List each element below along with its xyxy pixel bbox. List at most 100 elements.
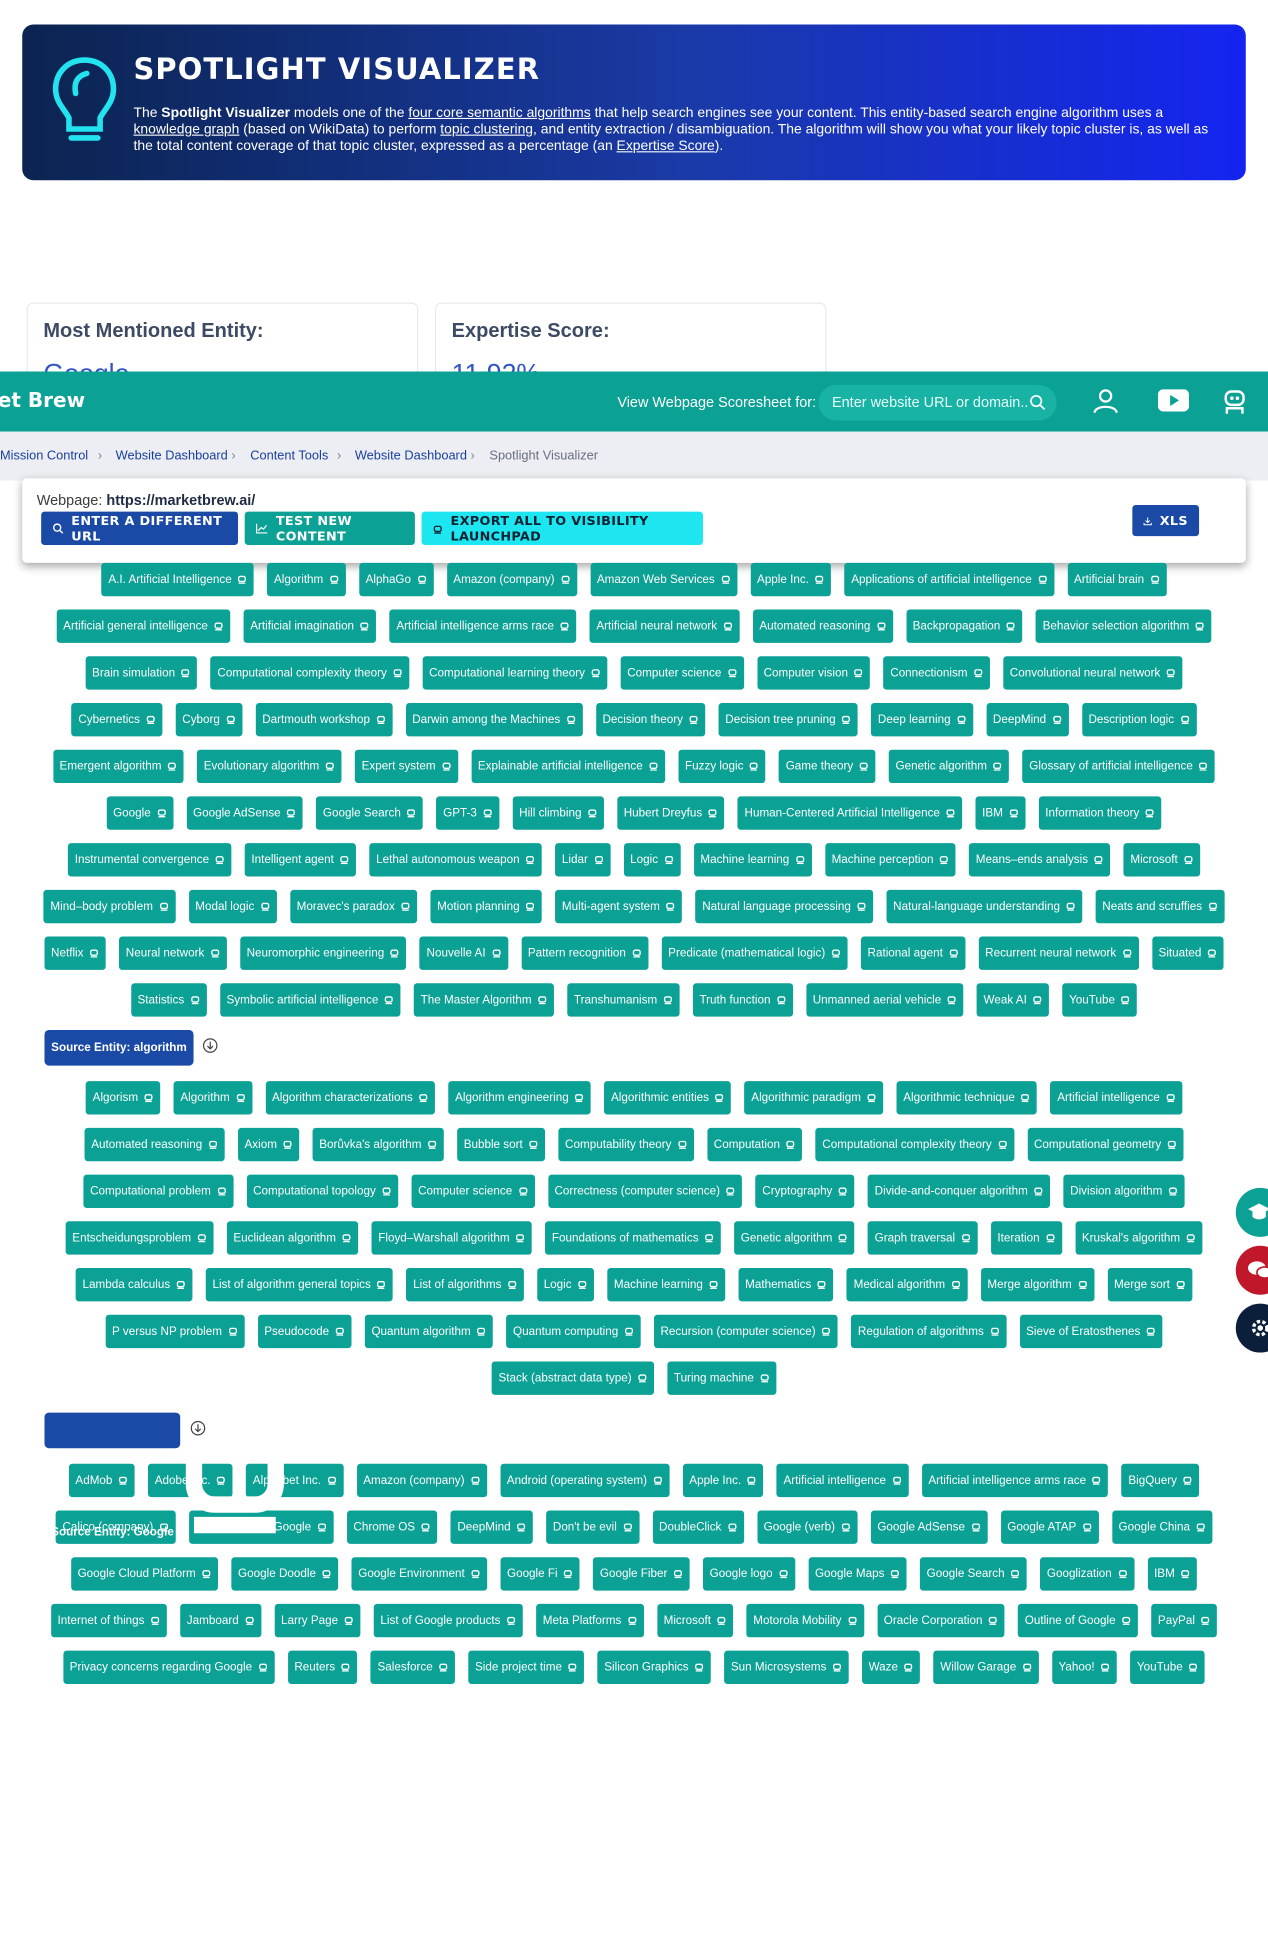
entity-chip[interactable]: Expert system <box>354 749 458 784</box>
expand-circle-icon[interactable] <box>190 1420 206 1436</box>
entity-chip[interactable]: Truth function <box>692 983 793 1017</box>
entity-chip[interactable]: AdMob <box>68 1463 135 1498</box>
entity-chip[interactable]: Machine learning <box>607 1268 726 1302</box>
entity-chip[interactable]: Deep learning <box>871 702 973 737</box>
entity-chip[interactable]: Google logo <box>703 1557 795 1591</box>
entity-chip[interactable]: Borůvka's algorithm <box>312 1127 444 1162</box>
entity-chip[interactable]: Google China <box>1111 1510 1213 1544</box>
robot-icon[interactable] <box>1221 387 1248 416</box>
entity-chip[interactable]: Information theory <box>1038 796 1162 830</box>
entity-chip[interactable]: Google Search <box>316 796 424 830</box>
entity-chip[interactable]: Glossary of artificial intelligence <box>1022 749 1216 784</box>
entity-chip[interactable]: Axiom <box>237 1127 300 1162</box>
entity-chip[interactable]: Microsoft <box>656 1603 734 1638</box>
entity-chip[interactable]: Kruskal's algorithm <box>1075 1221 1203 1255</box>
entity-chip[interactable]: Mind–body problem <box>43 889 176 924</box>
entity-chip[interactable]: Unmanned aerial vehicle <box>806 983 964 1017</box>
entity-chip[interactable]: Behavior selection algorithm <box>1035 609 1212 643</box>
entity-chip[interactable]: Google AdSense <box>870 1510 988 1544</box>
entity-chip[interactable]: List of algorithm general topics <box>205 1268 394 1302</box>
breadcrumb-website-dashboard-2[interactable]: Website Dashboard <box>355 449 467 462</box>
entity-chip[interactable]: Internet of things <box>50 1603 167 1638</box>
entity-chip[interactable]: Privacy concerns regarding Google <box>62 1650 275 1685</box>
url-search-input[interactable] <box>829 392 1030 412</box>
entity-chip[interactable]: Logic <box>537 1268 594 1302</box>
entity-chip[interactable]: Brain simulation <box>85 656 198 690</box>
entity-chip[interactable]: Intelligent agent <box>244 843 357 877</box>
entity-chip[interactable]: Natural language processing <box>695 889 874 924</box>
link-semantic-algorithms[interactable]: four core semantic algorithms <box>408 105 590 121</box>
entity-chip[interactable]: Modal logic <box>188 889 277 924</box>
entity-chip[interactable]: Google Fi <box>500 1557 580 1591</box>
entity-chip[interactable]: Jamboard <box>180 1603 261 1638</box>
entity-chip[interactable]: Neats and scruffies <box>1095 889 1225 924</box>
entity-chip[interactable]: Quantum computing <box>506 1314 641 1349</box>
entity-chip[interactable]: The Master Algorithm <box>413 983 554 1017</box>
entity-chip[interactable]: Foundations of mathematics <box>545 1221 721 1255</box>
entity-chip[interactable]: Googlization <box>1040 1557 1135 1591</box>
entity-chip[interactable]: Amazon Web Services <box>590 562 738 597</box>
entity-chip[interactable]: Side project time <box>468 1650 585 1685</box>
entity-chip[interactable]: Pseudocode <box>257 1314 352 1349</box>
entity-chip[interactable]: Convolutional neural network <box>1003 656 1183 690</box>
entity-chip[interactable]: Artificial imagination <box>243 609 377 643</box>
entity-chip[interactable]: Moravec's paradox <box>289 889 418 924</box>
entity-chip[interactable]: Computational complexity theory <box>815 1127 1014 1162</box>
entity-chip[interactable]: Transhumanism <box>567 983 680 1017</box>
entity-chip[interactable]: Genetic algorithm <box>888 749 1010 784</box>
entity-chip[interactable]: Human-Centered Artificial Intelligence <box>737 796 963 830</box>
entity-chip[interactable]: YouTube <box>1062 983 1138 1017</box>
source-entity-chip[interactable]: Source Entity: algorithm <box>44 1029 194 1066</box>
entity-chip[interactable]: Rational agent <box>860 936 966 970</box>
source-entity-chip[interactable]: Source Entity: Google <box>44 1412 285 1539</box>
entity-chip[interactable]: Division algorithm <box>1063 1174 1185 1208</box>
entity-chip[interactable]: Connectionism <box>883 656 990 690</box>
expand-circle-icon[interactable] <box>202 1038 218 1054</box>
entity-chip[interactable]: Neuromorphic engineering <box>239 936 407 970</box>
entity-chip[interactable]: Computational learning theory <box>422 656 608 690</box>
entity-chip[interactable]: Waze <box>861 1650 921 1685</box>
entity-chip[interactable]: Regulation of algorithms <box>851 1314 1007 1349</box>
entity-chip[interactable]: Computer science <box>411 1174 535 1208</box>
entity-chip[interactable]: BigQuery <box>1121 1463 1200 1498</box>
entity-chip[interactable]: Fuzzy logic <box>678 749 766 784</box>
entity-chip[interactable]: Computational problem <box>83 1174 234 1208</box>
entity-chip[interactable]: Decision tree pruning <box>718 702 858 737</box>
entity-chip[interactable]: Artificial intelligence <box>1050 1081 1183 1115</box>
entity-chip[interactable]: Algorithm <box>267 562 346 597</box>
entity-chip[interactable]: Motion planning <box>430 889 542 924</box>
entity-chip[interactable]: Computer vision <box>756 656 871 690</box>
entity-chip[interactable]: Netflix <box>44 936 106 970</box>
entity-chip[interactable]: Computational geometry <box>1027 1127 1184 1162</box>
entity-chip[interactable]: Genetic algorithm <box>734 1221 855 1255</box>
entity-chip[interactable]: Computability theory <box>558 1127 694 1162</box>
entity-chip[interactable]: Willow Garage <box>933 1650 1039 1685</box>
link-topic-clustering[interactable]: topic clustering <box>440 121 533 137</box>
entity-chip[interactable]: Outline of Google <box>1018 1603 1138 1638</box>
entity-chip[interactable]: A.I. Artificial Intelligence <box>101 562 254 597</box>
entity-chip[interactable]: Google <box>106 796 173 830</box>
link-knowledge-graph[interactable]: knowledge graph <box>133 121 239 137</box>
entity-chip[interactable]: Pattern recognition <box>521 936 649 970</box>
entity-chip[interactable]: Entscheidungsproblem <box>65 1221 214 1255</box>
entity-chip[interactable]: IBM <box>975 796 1026 830</box>
link-expertise-score[interactable]: Expertise Score <box>617 138 715 154</box>
entity-chip[interactable]: Lethal autonomous weapon <box>369 843 542 877</box>
entity-chip[interactable]: Hubert Dreyfus <box>617 796 725 830</box>
entity-chip[interactable]: Machine perception <box>824 843 956 877</box>
entity-chip[interactable]: YouTube <box>1130 1650 1206 1685</box>
entity-chip[interactable]: Algorithmic entities <box>604 1081 732 1115</box>
entity-chip[interactable]: Turing machine <box>667 1361 777 1395</box>
entity-chip[interactable]: Google ATAP <box>1000 1510 1099 1544</box>
entity-chip[interactable]: Correctness (computer science) <box>547 1174 743 1208</box>
entity-chip[interactable]: Larry Page <box>274 1603 361 1638</box>
entity-chip[interactable]: Google (verb) <box>756 1510 858 1544</box>
entity-chip[interactable]: Description logic <box>1081 702 1197 737</box>
entity-chip[interactable]: Explainable artificial intelligence <box>471 749 665 784</box>
entity-chip[interactable]: Neural network <box>119 936 227 970</box>
entity-chip[interactable]: Android (operating system) <box>500 1463 670 1498</box>
export-xls-button[interactable]: XLS <box>1132 504 1200 537</box>
entity-chip[interactable]: Artificial intelligence arms race <box>921 1463 1109 1498</box>
entity-chip[interactable]: Meta Platforms <box>536 1603 644 1638</box>
entity-chip[interactable]: List of Google products <box>373 1603 523 1638</box>
